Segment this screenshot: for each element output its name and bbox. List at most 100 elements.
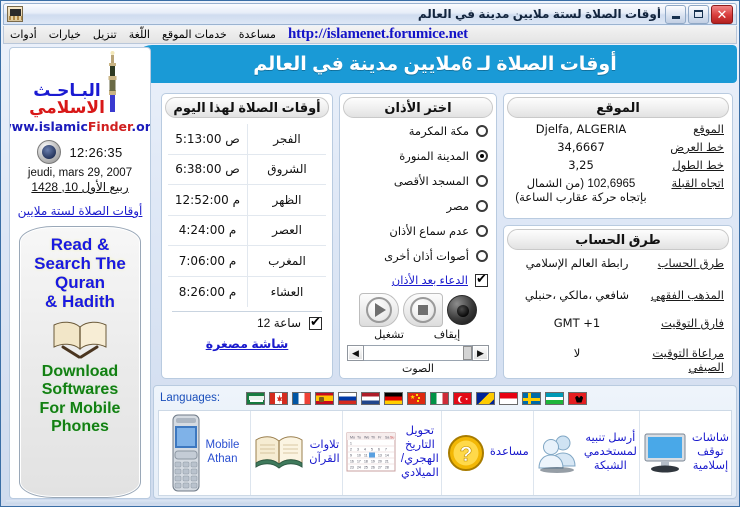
close-icon: ✕: [716, 6, 728, 22]
volume-slider[interactable]: ◀ ▶: [347, 345, 489, 361]
radio-icon[interactable]: [476, 174, 488, 187]
calc-key[interactable]: طرق الحساب: [642, 256, 724, 270]
flag-albania[interactable]: [568, 391, 588, 405]
radio-icon[interactable]: [476, 249, 488, 262]
svg-text:Su: Su: [390, 436, 394, 440]
location-key[interactable]: الموقع: [650, 122, 724, 136]
athan-option-makkah[interactable]: مكة المكرمة: [348, 118, 488, 143]
svg-text:21: 21: [385, 460, 389, 464]
calc-key[interactable]: مراعاة التوقيت الصيفي: [642, 346, 724, 374]
menu-site-services[interactable]: خدمات الموقع: [156, 27, 233, 43]
prayer-meridiem: ص: [225, 131, 240, 146]
athan-option-other[interactable]: أصوات أذان أخرى: [348, 243, 488, 268]
help-button[interactable]: ? مساعدة: [440, 411, 533, 495]
logo-block: البـاحـث الاسلامي: [10, 48, 150, 118]
svg-text:1: 1: [350, 442, 352, 446]
radio-icon[interactable]: [476, 199, 488, 212]
menu-download[interactable]: تنزيل: [87, 27, 123, 43]
table-row: العصر 4:24:00 م: [168, 215, 326, 246]
hour-format-checkbox[interactable]: [309, 315, 322, 330]
sidebar-prayer-link[interactable]: أوقات الصلاة لستة ملايين: [18, 204, 143, 218]
svg-text:Mo: Mo: [350, 436, 355, 440]
languages-label: Languages:: [160, 392, 221, 404]
flag-italy[interactable]: [430, 391, 450, 405]
quran-recitations-button[interactable]: تلاوات القرآن: [249, 411, 342, 495]
athan-option-aqsa[interactable]: المسجد الأقصى: [348, 168, 488, 193]
table-row: المغرب 7:06:00 م: [168, 245, 326, 277]
left-sidebar: البـاحـث الاسلامي www.islamicFinder.org …: [9, 47, 151, 499]
flag-netherlands[interactable]: [361, 391, 381, 405]
menu-help[interactable]: مساعدة: [233, 27, 282, 43]
flag-spain[interactable]: [315, 391, 335, 405]
location-key[interactable]: خط العرض: [650, 140, 724, 154]
maximize-button[interactable]: [688, 4, 709, 24]
location-key[interactable]: اتجاه القبلة: [650, 176, 724, 204]
radio-icon[interactable]: [476, 224, 488, 237]
location-value: 3,25: [568, 158, 594, 172]
row-divider: [247, 154, 248, 185]
svg-text:3: 3: [357, 448, 359, 452]
stop-button[interactable]: [403, 293, 443, 327]
menu-tools[interactable]: أدوات: [4, 27, 43, 43]
flag-sweden[interactable]: [522, 391, 542, 405]
button-label: مساعدة: [489, 446, 529, 459]
radio-icon[interactable]: [476, 149, 488, 162]
svg-text:2: 2: [350, 448, 352, 452]
svg-text:10: 10: [357, 454, 361, 458]
promo-panel[interactable]: Read & Search The Quran & Hadith Downloa…: [19, 226, 141, 498]
network-notify-button[interactable]: أرسل تنبيه لمستخدمي الشبكة: [532, 411, 639, 495]
play-button[interactable]: [359, 293, 399, 327]
speaker-icon: [447, 295, 477, 325]
logo-line2: الاسلامي: [29, 98, 105, 117]
flag-saudi-arabia[interactable]: [246, 391, 266, 405]
calc-key[interactable]: فارق التوقيت: [642, 316, 724, 330]
dua-label[interactable]: الدعاء بعد الأذان: [392, 273, 468, 287]
svg-text:6: 6: [378, 448, 380, 452]
close-button[interactable]: ✕: [711, 4, 733, 24]
flag-russia[interactable]: [338, 391, 358, 405]
row-divider: [247, 215, 248, 246]
flag-france[interactable]: [292, 391, 312, 405]
prayer-time: 4:24:00 م: [168, 223, 247, 237]
flag-uzbekistan[interactable]: [545, 391, 565, 405]
islamic-screensaver-button[interactable]: شاشات توقف إسلامية: [638, 411, 731, 495]
gregorian-date: jeudi, mars 29, 2007: [27, 167, 133, 179]
svg-text:We: We: [364, 436, 369, 440]
flag-indonesia[interactable]: [499, 391, 519, 405]
location-key[interactable]: خط الطول: [650, 158, 724, 172]
athan-option-madinah[interactable]: المدينة المنورة: [348, 143, 488, 168]
calc-key[interactable]: المذهب الفقهي: [642, 288, 724, 302]
prayer-time-value: 6:38:00: [175, 162, 222, 177]
radio-icon[interactable]: [476, 124, 488, 137]
menu-bar: أدوات خيارات تنزيل اللّغة خدمات الموقع م…: [3, 26, 737, 44]
question-mark-icon: ?: [447, 435, 484, 471]
svg-text:7: 7: [385, 448, 387, 452]
prayer-time-value: 8:26:00: [178, 284, 225, 299]
mobile-athan-button[interactable]: Mobile Athan: [159, 411, 250, 495]
menu-language[interactable]: اللّغة: [123, 27, 156, 43]
site-url-link[interactable]: http://islamenet.forumice.net: [288, 26, 468, 43]
volume-left-arrow-icon[interactable]: ◀: [347, 345, 364, 361]
menu-options[interactable]: خيارات: [43, 27, 87, 43]
calendar-icon: Mo Tu We Th Fr Sa Su 12 3 456 79 10 11 13 14: [346, 432, 396, 472]
volume-right-arrow-icon[interactable]: ▶: [472, 345, 489, 361]
flag-canada[interactable]: [269, 391, 289, 405]
flag-bosnia[interactable]: [476, 391, 496, 405]
mini-screen-link[interactable]: شاشة مصغرة: [162, 336, 332, 351]
islamicfinder-url[interactable]: www.islamicFinder.org: [10, 119, 150, 134]
date-converter-button[interactable]: Mo Tu We Th Fr Sa Su 123 456 7 9 10 11 13 14: [341, 411, 441, 495]
flag-germany[interactable]: [384, 391, 404, 405]
svg-text:26: 26: [371, 466, 375, 470]
promo-mobile-text: Download Softwares For Mobile Phones: [39, 363, 121, 435]
svg-text:20: 20: [378, 460, 382, 464]
athan-option-none[interactable]: عدم سماع الأذان: [348, 218, 488, 243]
flag-china[interactable]: [407, 391, 427, 405]
flag-turkey[interactable]: [453, 391, 473, 405]
dua-checkbox[interactable]: [475, 272, 488, 287]
athan-option-egypt[interactable]: مصر: [348, 193, 488, 218]
minimize-button[interactable]: [665, 4, 686, 24]
table-row: الشروق 6:38:00 ص: [168, 154, 326, 185]
location-panel: الموقع الموقع Djelfa, ALGERIA خط العرض 3…: [503, 93, 733, 219]
volume-thumb[interactable]: [463, 346, 472, 360]
volume-track[interactable]: [364, 346, 472, 360]
